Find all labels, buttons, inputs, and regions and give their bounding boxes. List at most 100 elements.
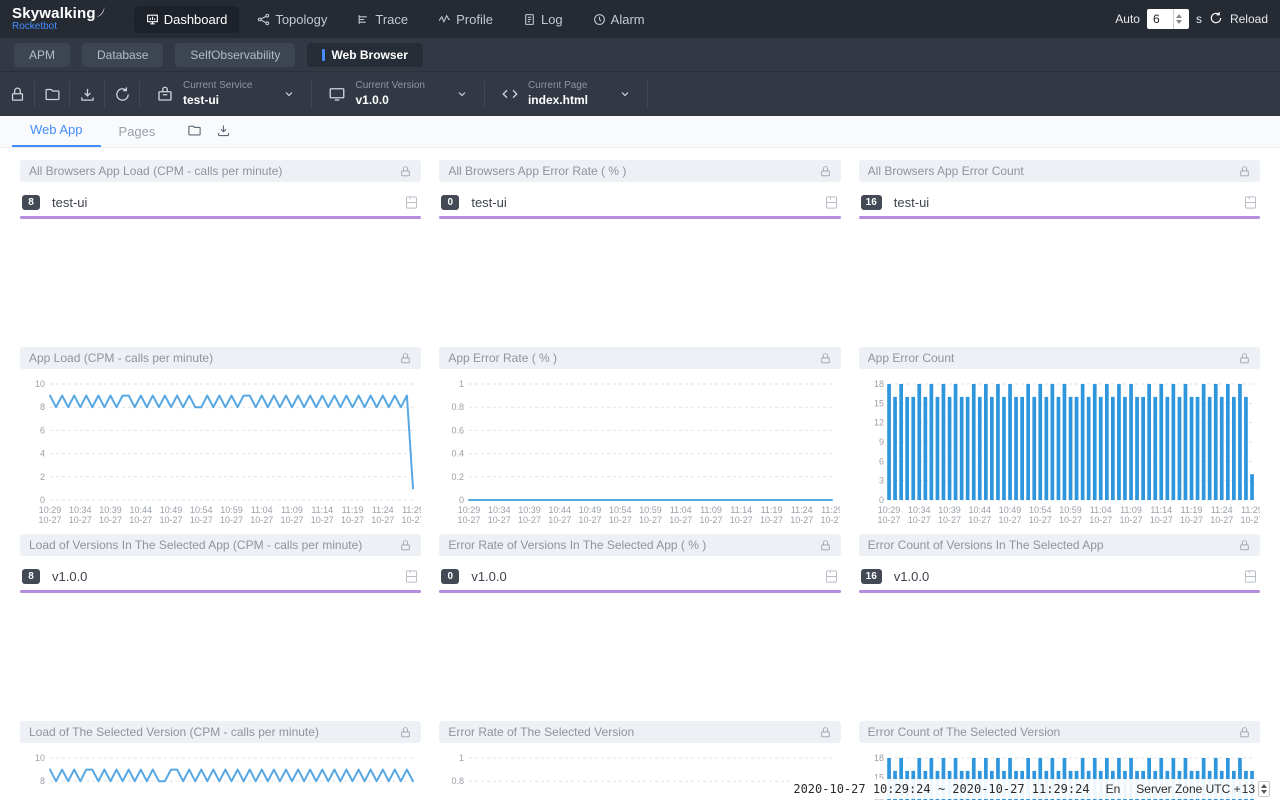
- nav-item-alarm[interactable]: Alarm: [581, 6, 657, 33]
- svg-text:11:2910-27: 11:2910-27: [401, 505, 421, 525]
- auto-interval-input[interactable]: [1147, 9, 1189, 29]
- lock-icon[interactable]: [819, 165, 832, 178]
- trace-icon: [357, 13, 370, 26]
- lock-icon[interactable]: [819, 726, 832, 739]
- progress-bar: [439, 216, 840, 219]
- current-service-selector[interactable]: Current Service test-ui: [140, 80, 311, 108]
- notebook-icon[interactable]: [824, 569, 839, 584]
- main-nav: Dashboard Topology Trace Profile Log Ala…: [134, 6, 657, 33]
- svg-text:10:2910-27: 10:2910-27: [38, 505, 61, 525]
- instance-row[interactable]: 0test-ui: [439, 195, 840, 210]
- instance-row[interactable]: 0v1.0.0: [439, 569, 840, 584]
- svg-text:11:2410-27: 11:2410-27: [791, 505, 814, 525]
- card-header: Error Rate of The Selected Version: [439, 721, 840, 743]
- lock-icon[interactable]: [1238, 539, 1251, 552]
- server-zone-value: 13: [1242, 782, 1255, 796]
- notebook-icon[interactable]: [1243, 195, 1258, 210]
- folder-icon[interactable]: [187, 123, 202, 138]
- instance-row[interactable]: 8v1.0.0: [20, 569, 421, 584]
- instance-row[interactable]: 16test-ui: [859, 195, 1260, 210]
- reload-label[interactable]: Reload: [1230, 12, 1268, 26]
- card-title: Error Rate of The Selected Version: [448, 725, 634, 739]
- notebook-icon[interactable]: [404, 569, 419, 584]
- svg-text:11:1410-27: 11:1410-27: [311, 505, 334, 525]
- time-range-picker[interactable]: 2020-10-27 10:29:24 ~ 2020-10-27 11:29:2…: [793, 782, 1089, 796]
- svg-text:10:5410-27: 10:5410-27: [609, 505, 632, 525]
- instance-row[interactable]: 16v1.0.0: [859, 569, 1260, 584]
- chart[interactable]: 036912151810:2910-2710:3410-2710:3910-27…: [859, 372, 1260, 534]
- instance-row[interactable]: 8test-ui: [20, 195, 421, 210]
- lock-toolbar-icon[interactable]: [0, 86, 34, 103]
- instance-name: test-ui: [52, 195, 404, 210]
- language-selector[interactable]: En: [1106, 782, 1121, 796]
- value-badge: 16: [861, 569, 882, 584]
- auto-reload-controls: Auto s Reload: [1115, 9, 1268, 29]
- nav-item-topology[interactable]: Topology: [245, 6, 339, 33]
- lock-icon[interactable]: [1238, 352, 1251, 365]
- refresh-icon[interactable]: [105, 86, 139, 103]
- svg-text:10:2910-27: 10:2910-27: [458, 505, 481, 525]
- lock-icon[interactable]: [819, 352, 832, 365]
- tab-database[interactable]: Database: [82, 43, 163, 67]
- footer-bar: 2020-10-27 10:29:24 ~ 2020-10-27 11:29:2…: [791, 779, 1272, 799]
- svg-text:11:0910-27: 11:0910-27: [700, 505, 723, 525]
- logo-swoosh-icon: [96, 6, 106, 18]
- tab-web-app[interactable]: Web App: [12, 116, 101, 147]
- lock-icon[interactable]: [1238, 726, 1251, 739]
- skywalking-logo[interactable]: Skywalking Rocketbot: [12, 6, 106, 32]
- auto-interval-value[interactable]: [1147, 12, 1173, 26]
- chart[interactable]: 024681010:2910-2710:3410-2710:3910-2710:…: [20, 746, 421, 800]
- nav-item-trace[interactable]: Trace: [345, 6, 420, 33]
- svg-text:11:2410-27: 11:2410-27: [1210, 505, 1233, 525]
- selector-label: Current Version: [355, 80, 424, 93]
- metric-card: Error Count of Versions In The Selected …: [859, 534, 1260, 721]
- notebook-icon[interactable]: [1243, 569, 1258, 584]
- lock-icon[interactable]: [399, 539, 412, 552]
- current-version-selector[interactable]: Current Version v1.0.0: [312, 80, 483, 108]
- selector-value: index.html: [528, 93, 588, 108]
- svg-text:11:0910-27: 11:0910-27: [1119, 505, 1142, 525]
- current-page-selector[interactable]: Current Page index.html: [485, 80, 647, 108]
- import-icon[interactable]: [216, 123, 231, 138]
- svg-text:0.8: 0.8: [452, 776, 465, 786]
- metric-card: All Browsers App Error Count16test-ui: [859, 160, 1260, 347]
- reload-icon[interactable]: [1209, 11, 1223, 28]
- lock-icon[interactable]: [399, 726, 412, 739]
- alarm-icon: [593, 13, 606, 26]
- active-tab-marker: [322, 49, 325, 61]
- tab-web-browser[interactable]: Web Browser: [307, 43, 422, 67]
- notebook-icon[interactable]: [824, 195, 839, 210]
- svg-text:0.2: 0.2: [452, 472, 465, 482]
- chart[interactable]: 00.20.40.60.8110:2910-2710:3410-2710:391…: [439, 746, 840, 800]
- chevron-down-icon: [619, 88, 631, 100]
- import-icon[interactable]: [70, 86, 104, 103]
- progress-bar: [20, 216, 421, 219]
- tab-selfobservability[interactable]: SelfObservability: [175, 43, 295, 67]
- chart[interactable]: 00.20.40.60.8110:2910-2710:3410-2710:391…: [439, 372, 840, 534]
- tab-pages[interactable]: Pages: [101, 118, 174, 147]
- svg-text:10:3410-27: 10:3410-27: [907, 505, 930, 525]
- svg-text:11:1410-27: 11:1410-27: [1149, 505, 1172, 525]
- notebook-icon[interactable]: [404, 195, 419, 210]
- dashboard-toolbar: Current Service test-ui Current Version …: [0, 72, 1280, 116]
- card-header: Error Rate of Versions In The Selected A…: [439, 534, 840, 556]
- folder-icon[interactable]: [35, 86, 69, 103]
- svg-text:11:0410-27: 11:0410-27: [1089, 505, 1112, 525]
- lock-icon[interactable]: [399, 165, 412, 178]
- dashboard-type-bar: APM Database SelfObservability Web Brows…: [0, 38, 1280, 72]
- code-icon: [501, 85, 519, 103]
- metric-card: All Browsers App Error Rate ( % )0test-u…: [439, 160, 840, 347]
- card-title: Load of The Selected Version (CPM - call…: [29, 725, 319, 739]
- nav-item-log[interactable]: Log: [511, 6, 575, 33]
- instance-name: v1.0.0: [52, 569, 404, 584]
- lock-icon[interactable]: [819, 539, 832, 552]
- nav-item-profile[interactable]: Profile: [426, 6, 505, 33]
- progress-bar: [859, 590, 1260, 593]
- chart[interactable]: 024681010:2910-2710:3410-2710:3910-2710:…: [20, 372, 421, 534]
- lock-icon[interactable]: [399, 352, 412, 365]
- lock-icon[interactable]: [1238, 165, 1251, 178]
- nav-item-dashboard[interactable]: Dashboard: [134, 6, 240, 33]
- interval-stepper[interactable]: [1173, 9, 1184, 29]
- zone-stepper[interactable]: [1258, 781, 1270, 797]
- tab-apm[interactable]: APM: [14, 43, 70, 67]
